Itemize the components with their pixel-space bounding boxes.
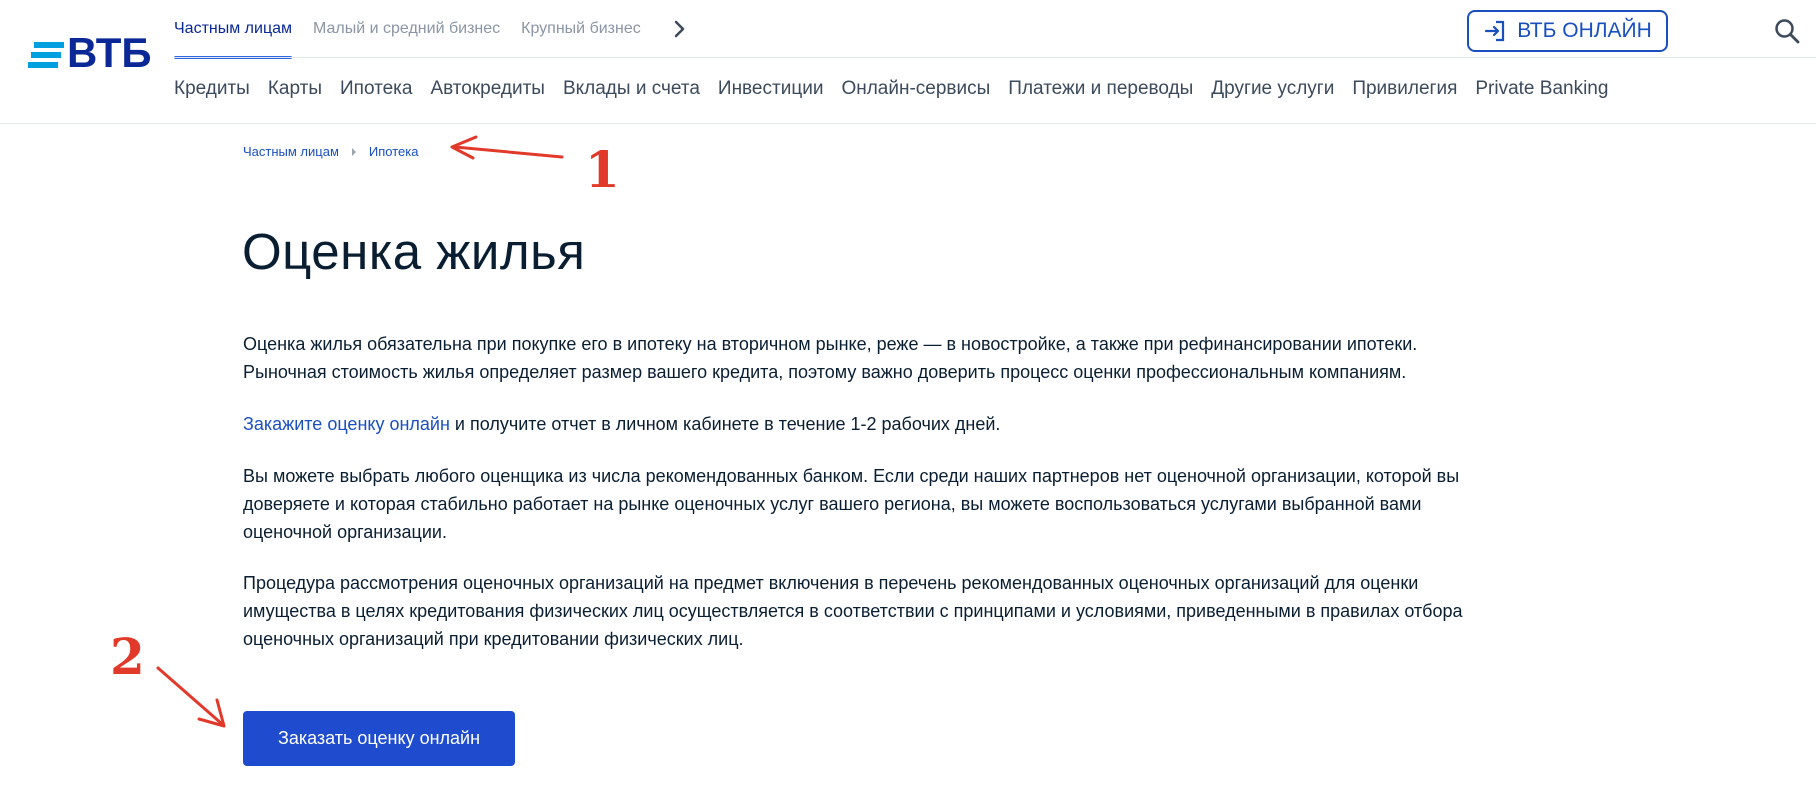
nav-item-online-services[interactable]: Онлайн-сервисы: [841, 78, 990, 100]
logo-text: ВТБ: [67, 29, 152, 76]
logo-stripes-icon: [28, 40, 64, 68]
order-online-paragraph: Закажите оценку онлайн и получите отчет …: [243, 410, 1623, 438]
nav-item-credits[interactable]: Кредиты: [174, 78, 250, 100]
procedure-line-3: оценочных организаций при кредитовании ф…: [243, 629, 744, 649]
order-online-text: и получите отчет в личном кабинете в теч…: [449, 414, 1001, 434]
procedure-line-1: Процедура рассмотрения оценочных организ…: [243, 573, 1419, 593]
chevron-right-icon[interactable]: [670, 19, 690, 39]
annotation-label-1: 1: [585, 140, 620, 199]
nav-item-cards[interactable]: Карты: [268, 78, 322, 100]
nav-item-payments[interactable]: Платежи и переводы: [1008, 78, 1193, 100]
order-online-link[interactable]: Закажите оценку онлайн: [243, 414, 450, 434]
appraiser-line-2: доверяете и которая стабильно работает н…: [243, 494, 1422, 514]
intro-paragraph: Оценка жилья обязательна при покупке его…: [243, 330, 1623, 386]
vtb-online-label: ВТБ ОНЛАЙН: [1517, 19, 1652, 42]
chevron-right-small-icon: [351, 147, 356, 156]
nav-item-deposits[interactable]: Вклады и счета: [563, 78, 700, 100]
nav-item-private-banking[interactable]: Private Banking: [1475, 78, 1608, 100]
annotation-arrow-2: [156, 666, 226, 728]
procedure-line-2: имущества в целях кредитования физически…: [243, 601, 1463, 621]
intro-line-1: Оценка жилья обязательна при покупке его…: [243, 334, 1418, 354]
vtb-online-button[interactable]: ВТБ ОНЛАЙН: [1467, 10, 1668, 52]
segment-tab-individuals[interactable]: Частным лицам: [174, 0, 293, 59]
nav-item-mortgage[interactable]: Ипотека: [340, 78, 412, 100]
appraiser-line-3: оценочной организации.: [243, 522, 447, 542]
page-title: Оценка жилья: [242, 223, 586, 280]
vtb-logo[interactable]: ВТБ: [28, 30, 153, 76]
search-icon[interactable]: [1774, 18, 1800, 44]
site-header: ВТБ Частным лицам Малый и средний бизнес…: [0, 0, 1816, 124]
breadcrumb-mortgage[interactable]: Ипотека: [369, 144, 419, 159]
nav-item-other-services[interactable]: Другие услуги: [1211, 78, 1334, 100]
header-divider: [174, 57, 1816, 58]
annotation-arrow-1: [450, 135, 564, 160]
order-appraisal-button[interactable]: Заказать оценку онлайн: [243, 711, 515, 766]
segment-tab-sme[interactable]: Малый и средний бизнес: [313, 0, 500, 58]
segment-tab-corporate[interactable]: Крупный бизнес: [521, 0, 641, 58]
procedure-paragraph: Процедура рассмотрения оценочных организ…: [243, 569, 1623, 653]
segment-tabs: Частным лицам Малый и средний бизнес Кру…: [174, 0, 690, 59]
intro-line-2: Рыночная стоимость жилья определяет разм…: [243, 362, 1407, 382]
breadcrumb: Частным лицам Ипотека: [243, 144, 418, 159]
nav-item-investments[interactable]: Инвестиции: [718, 78, 824, 100]
breadcrumb-individuals[interactable]: Частным лицам: [243, 144, 339, 159]
nav-item-privilege[interactable]: Привилегия: [1352, 78, 1457, 100]
main-nav: Кредиты Карты Ипотека Автокредиты Вклады…: [174, 78, 1626, 100]
login-icon: [1485, 20, 1505, 42]
appraiser-line-1: Вы можете выбрать любого оценщика из чис…: [243, 466, 1460, 486]
appraiser-choice-paragraph: Вы можете выбрать любого оценщика из чис…: [243, 462, 1623, 546]
nav-item-autocredits[interactable]: Автокредиты: [430, 78, 545, 100]
annotation-label-2: 2: [110, 627, 145, 686]
